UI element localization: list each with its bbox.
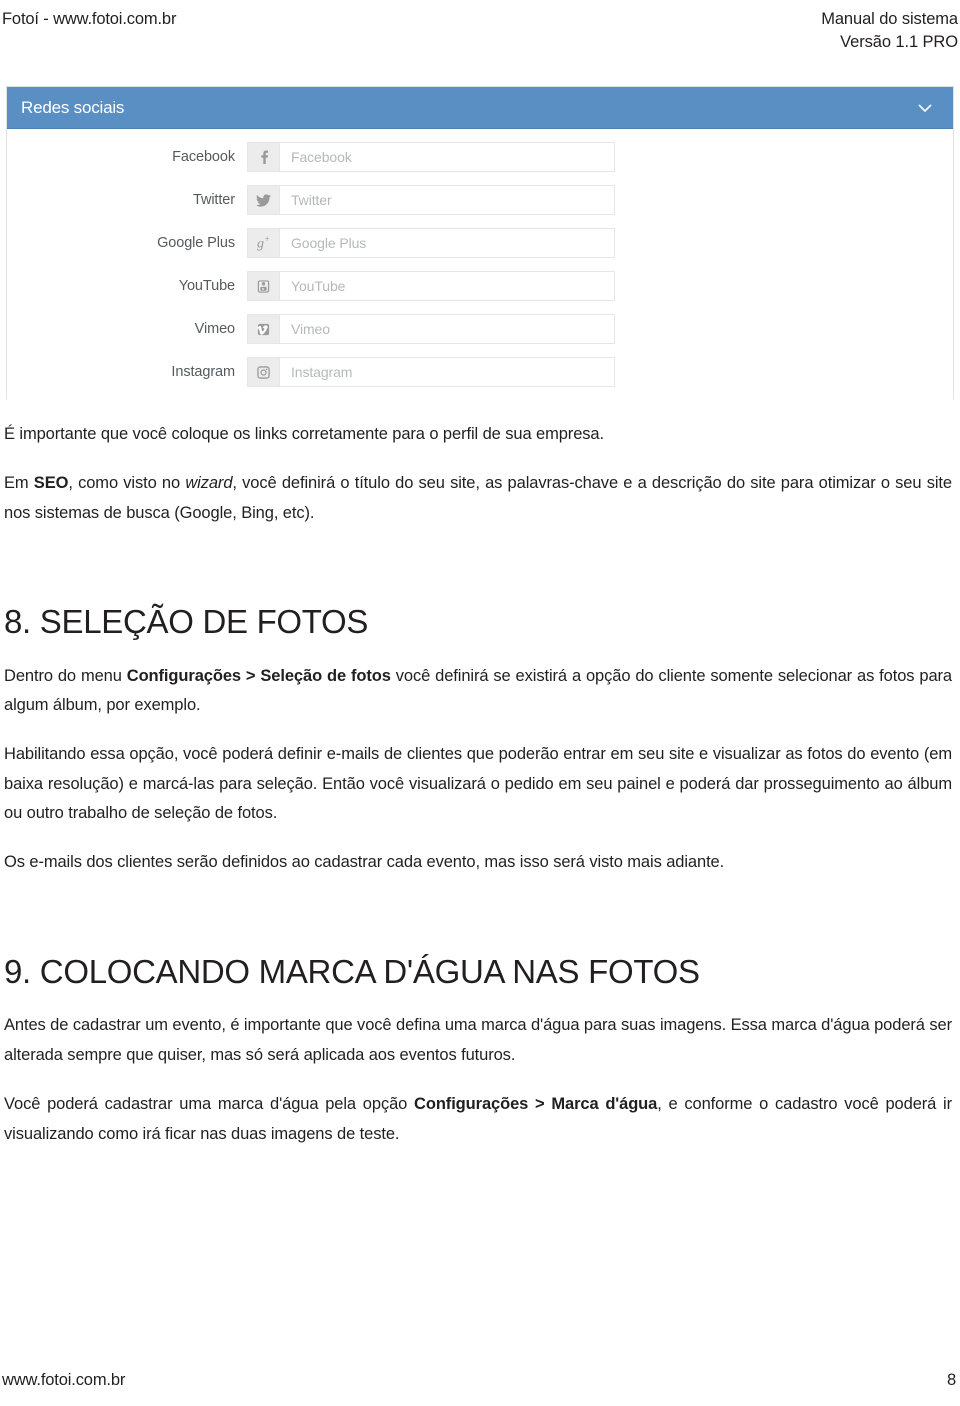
header-manual-title: Manual do sistema [821,10,958,28]
footer-page-number: 8 [946,1371,956,1389]
wizard-keyword: wizard [185,474,233,493]
input-placeholder-youtube[interactable]: YouTube [280,272,614,300]
input-group-youtube[interactable]: YouTube [247,271,615,301]
social-networks-screenshot: Redes sociais Facebook Facebook Twitter … [6,86,954,402]
header-site-label: Fotoí - www.fotoi.com.br [2,10,177,28]
document-page: Fotoí - www.fotoi.com.br Manual do siste… [0,0,960,1406]
paragraph-selecao-3: Os e-mails dos clientes serão definidos … [4,853,725,872]
input-placeholder-vimeo[interactable]: Vimeo [280,315,614,343]
heading-marca-dagua: 9. COLOCANDO MARCA D'ÁGUA NAS FOTOS [4,952,700,990]
paragraph-marca-1: Antes de cadastrar um evento, é importan… [4,1016,952,1064]
label-vimeo: Vimeo [194,321,235,337]
panel-header-redes-sociais[interactable]: Redes sociais [7,87,953,129]
facebook-icon [248,143,280,171]
panel-body-redes-sociais: Facebook Facebook Twitter Twitter Google… [7,129,953,402]
field-row-instagram: Instagram Instagram [7,356,953,388]
document-body: É importante que você coloque os links c… [4,420,952,1149]
input-placeholder-twitter[interactable]: Twitter [280,186,614,214]
paragraph-selecao-1: Dentro do menu Configurações > Seleção d… [4,662,952,721]
input-group-vimeo[interactable]: Vimeo [247,314,615,344]
document-running-footer: www.fotoi.com.br 8 [2,1371,956,1390]
menu-path-marca: Configurações > Marca d'água [414,1095,658,1114]
selecao-text-a: Dentro do menu [4,666,127,685]
youtube-icon [248,272,280,300]
input-group-twitter[interactable]: Twitter [247,185,615,215]
field-row-facebook: Facebook Facebook [7,141,953,173]
input-placeholder-google-plus[interactable]: Google Plus [280,229,614,257]
marca-text-a: Você poderá cadastrar uma marca d'água p… [4,1095,415,1114]
field-row-youtube: YouTube YouTube [7,270,953,302]
menu-path-selecao: Configurações > Seleção de fotos [126,666,391,685]
paragraph-seo: Em SEO, como visto no wizard, você defin… [4,469,952,528]
input-group-facebook[interactable]: Facebook [247,142,615,172]
footer-site-label: www.fotoi.com.br [2,1371,126,1389]
input-placeholder-instagram[interactable]: Instagram [280,358,614,386]
input-group-instagram[interactable]: Instagram [247,357,615,387]
vimeo-icon [248,315,280,343]
chevron-down-icon[interactable] [915,98,935,118]
label-facebook: Facebook [172,149,235,165]
document-running-header: Fotoí - www.fotoi.com.br Manual do siste… [0,8,960,56]
input-group-google-plus[interactable]: g+ Google Plus [247,228,615,258]
header-manual-block: Manual do sistema Versão 1.1 PRO [821,8,958,55]
seo-keyword: SEO [33,474,69,493]
input-placeholder-facebook[interactable]: Facebook [280,143,614,171]
heading-selecao-de-fotos: 8. SELEÇÃO DE FOTOS [4,603,369,641]
field-row-twitter: Twitter Twitter [7,184,953,216]
label-youtube: YouTube [178,278,235,294]
paragraph-links: É importante que você coloque os links c… [4,425,604,443]
paragraph-marca-2: Você poderá cadastrar uma marca d'água p… [4,1090,952,1149]
seo-text-a: Em [4,474,34,493]
label-twitter: Twitter [192,192,235,208]
seo-text-b: , como visto no [68,474,186,493]
field-row-google-plus: Google Plus g+ Google Plus [7,227,953,259]
instagram-icon [248,358,280,386]
field-row-vimeo: Vimeo Vimeo [7,313,953,345]
google-plus-icon: g+ [248,229,280,257]
twitter-icon [248,186,280,214]
panel-title: Redes sociais [21,97,125,117]
paragraph-selecao-2: Habilitando essa opção, você poderá defi… [4,745,952,823]
label-instagram: Instagram [171,364,235,380]
label-google-plus: Google Plus [157,235,235,251]
header-manual-version: Versão 1.1 PRO [840,33,958,52]
